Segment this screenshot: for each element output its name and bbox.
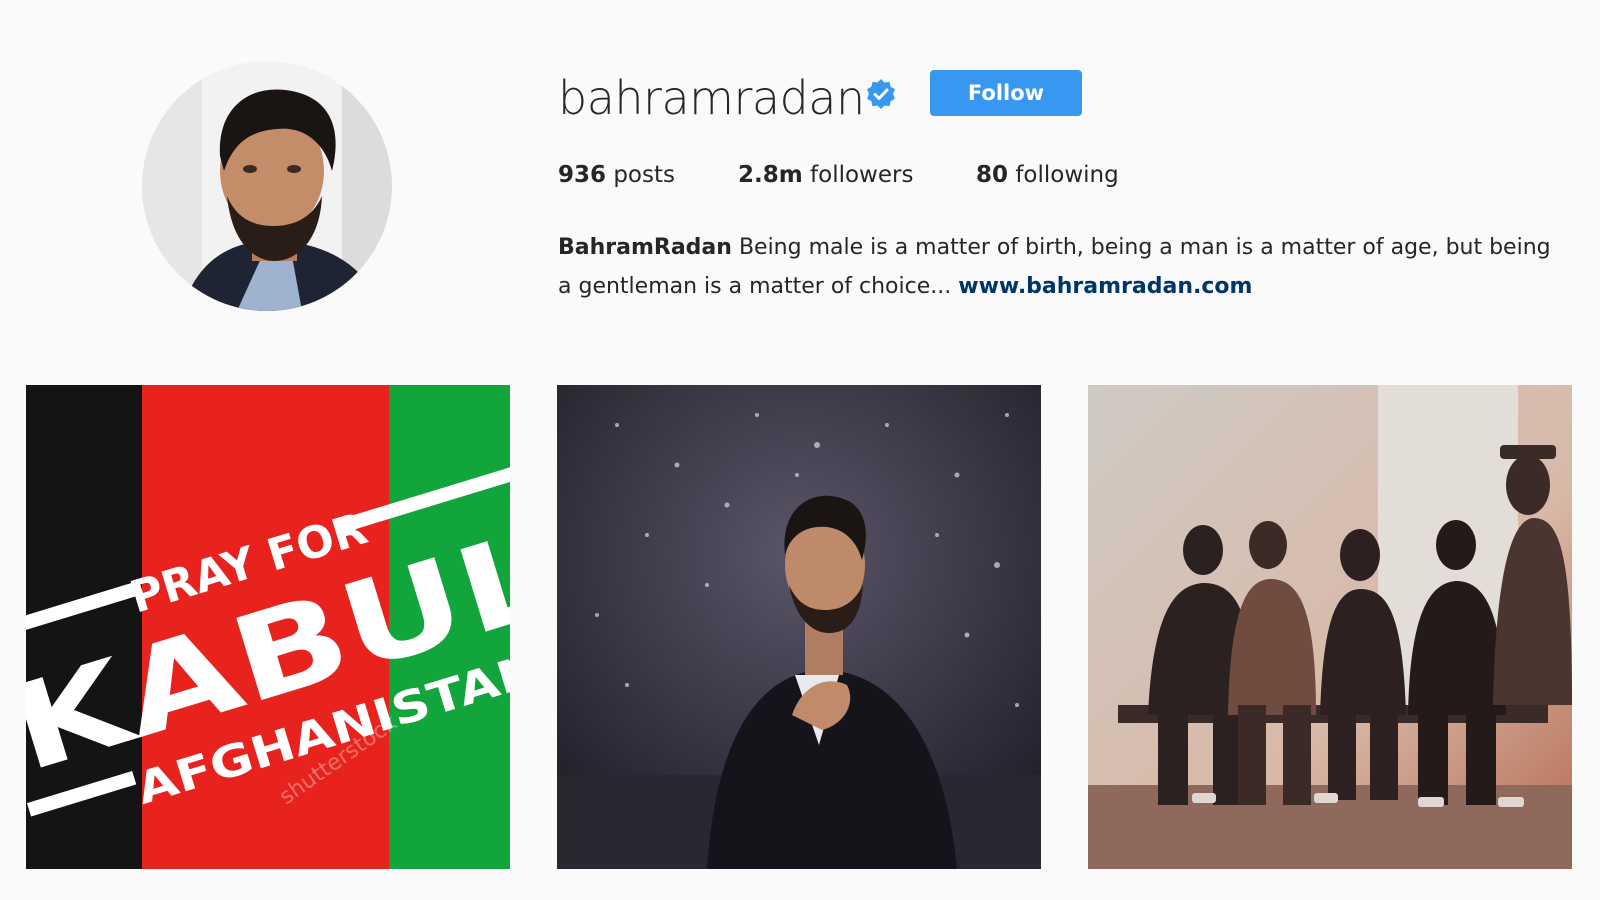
man-in-suit-image	[557, 385, 1041, 869]
avatar-photo	[142, 61, 392, 311]
verified-badge-icon	[865, 78, 897, 110]
profile-bio: BahramRadan Being male is a matter of bi…	[558, 228, 1558, 306]
posts-count: 936	[558, 162, 607, 188]
profile-username: bahramradan	[558, 71, 865, 125]
followers-label: followers	[810, 162, 914, 188]
post-thumbnail-2[interactable]	[557, 385, 1041, 869]
profile-website-link[interactable]: www.bahramradan.com	[958, 274, 1252, 299]
following-label: following	[1015, 162, 1119, 188]
pray-for-kabul-image: PRAY FOR KABUL AFGHANISTAN shutterstock	[26, 385, 510, 869]
profile-avatar[interactable]	[142, 61, 392, 311]
group-photo-image	[1088, 385, 1572, 869]
posts-count-stat: 936 posts	[558, 160, 675, 190]
post-thumbnail-1[interactable]: PRAY FOR KABUL AFGHANISTAN shutterstock	[26, 385, 510, 869]
post-thumbnail-3[interactable]	[1088, 385, 1572, 869]
following-count: 80	[976, 162, 1009, 188]
followers-link[interactable]: 2.8m followers	[738, 160, 913, 190]
follow-button[interactable]: Follow	[930, 70, 1082, 116]
followers-count: 2.8m	[738, 162, 803, 188]
profile-full-name: BahramRadan	[558, 235, 732, 260]
following-link[interactable]: 80 following	[976, 160, 1119, 190]
posts-label: posts	[613, 162, 675, 188]
